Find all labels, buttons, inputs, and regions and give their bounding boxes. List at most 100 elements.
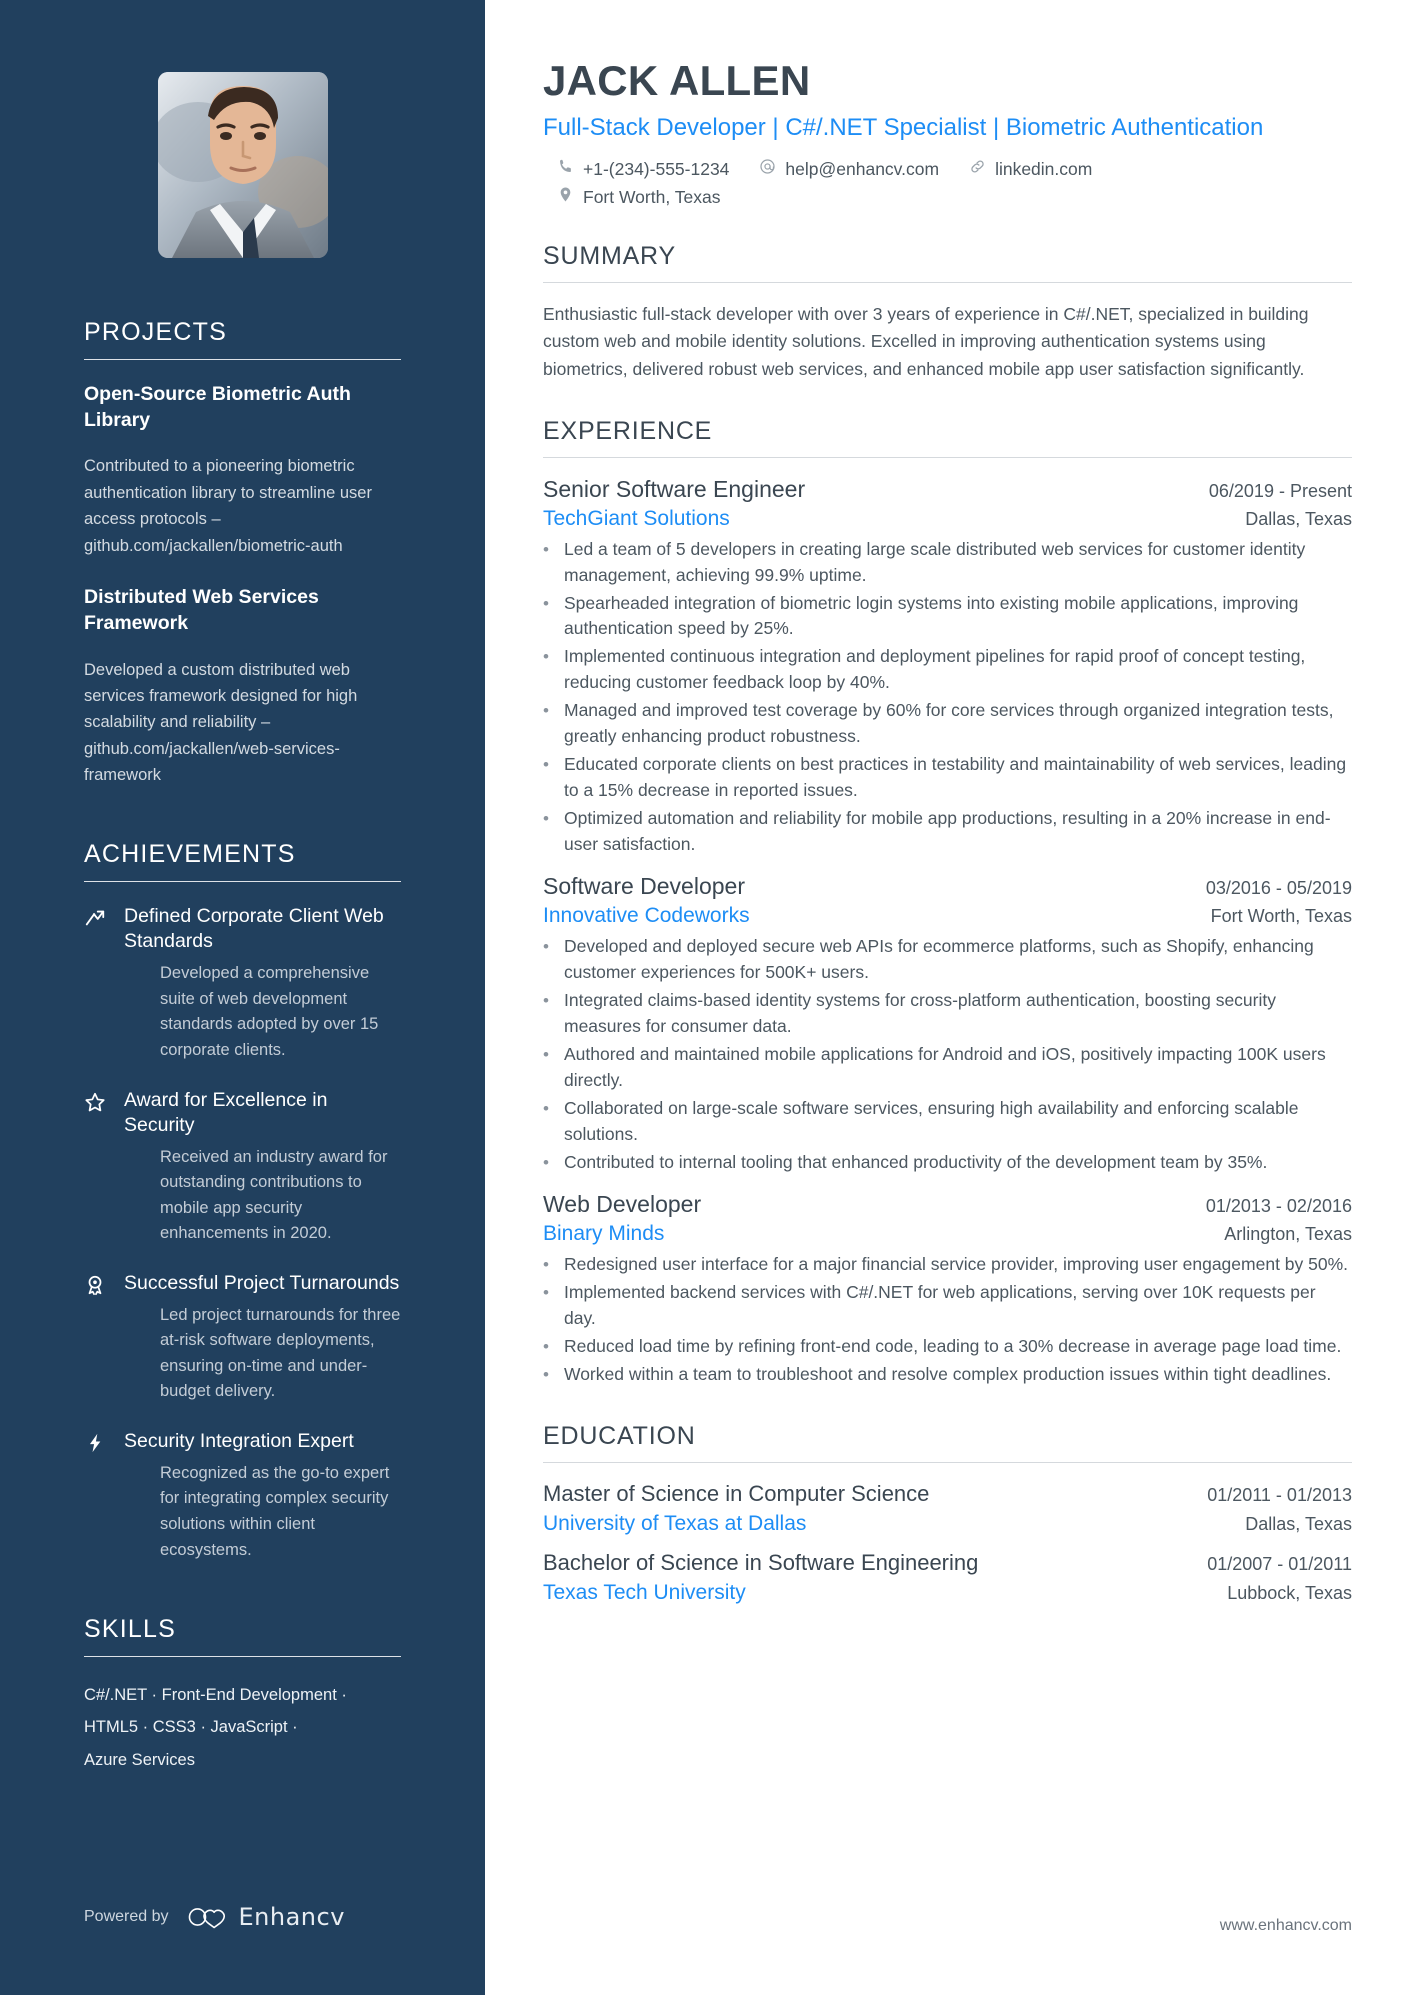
education-school[interactable]: University of Texas at Dallas: [543, 1512, 806, 1536]
skills-heading: SKILLS: [84, 1615, 176, 1644]
bullet-text: Optimized automation and reliability for…: [564, 807, 1331, 854]
main-content: JACK ALLEN Full-Stack Developer | C#/.NE…: [485, 0, 1410, 1995]
education-heading: EDUCATION: [543, 1421, 696, 1450]
divider: [543, 456, 1352, 458]
job-bullets: • Developed and deployed secure web APIs …: [543, 934, 1352, 1175]
education-dates: 01/2007 - 01/2011: [1207, 1553, 1352, 1574]
job-bullets: • Led a team of 5 developers in creating …: [543, 537, 1352, 858]
bullet-text: Integrated claims-based identity systems…: [564, 990, 1276, 1037]
contact-linkedin[interactable]: linkedin.com: [969, 158, 1092, 180]
bullet-text: Contributed to internal tooling that enh…: [564, 1151, 1268, 1172]
photo-container: [84, 0, 401, 258]
contact-email[interactable]: help@enhancv.com: [759, 158, 939, 180]
bullet-item: • Collaborated on large-scale software se…: [543, 1096, 1352, 1148]
project-title: Distributed Web Services Framework: [84, 586, 319, 634]
experience-heading: EXPERIENCE: [543, 416, 713, 445]
achievement-item: Defined Corporate Client Web Standards D…: [84, 904, 401, 1063]
enhancv-logo: Enhancv: [187, 1903, 345, 1931]
job-company[interactable]: TechGiant Solutions: [543, 507, 730, 531]
skills-line: HTML5 · CSS3 · JavaScript ·: [84, 1718, 298, 1737]
phone-icon: [557, 158, 574, 180]
projects-heading: PROJECTS: [84, 318, 227, 346]
divider: [543, 282, 1352, 284]
bullet-item: • Authored and maintained mobile applicat…: [543, 1042, 1352, 1094]
email-icon: [759, 158, 776, 180]
section-summary: SUMMARY Enthusiastic full-stack develope…: [543, 242, 1352, 382]
education-location: Lubbock, Texas: [1227, 1582, 1352, 1603]
achievement-description: Led project turnarounds for three at-ris…: [160, 1305, 401, 1401]
bullet-text: Redesigned user interface for a major fi…: [564, 1254, 1349, 1275]
experience-item: Senior Software Engineer 06/2019 - Prese…: [543, 476, 1352, 858]
achievement-title: Security Integration Expert: [124, 1429, 354, 1452]
bullet-item: • Redesigned user interface for a major f…: [543, 1252, 1352, 1278]
job-title: Senior Software Engineer: [543, 475, 806, 502]
bullet-marker: •: [543, 647, 549, 667]
achievement-item: Award for Excellence in Security Receive…: [84, 1088, 401, 1247]
bullet-text: Collaborated on large-scale software ser…: [564, 1097, 1299, 1144]
infinity-heart-icon: [187, 1905, 229, 1929]
job-dates: 06/2019 - Present: [1208, 480, 1352, 501]
bullet-marker: •: [543, 808, 549, 828]
summary-text: Enthusiastic full-stack developer with o…: [543, 304, 1309, 379]
lightning-bolt-icon: [84, 1429, 110, 1563]
bullet-marker: •: [543, 991, 549, 1011]
bullet-item: • Educated corporate clients on best prac…: [543, 752, 1352, 804]
job-company[interactable]: Innovative Codeworks: [543, 904, 750, 928]
education-degree: Bachelor of Science in Software Engineer…: [543, 1549, 979, 1575]
contact-linkedin-text: linkedin.com: [995, 158, 1093, 179]
job-location: Fort Worth, Texas: [1210, 906, 1352, 927]
bullet-text: Spearheaded integration of biometric log…: [564, 592, 1299, 639]
bullet-text: Led a team of 5 developers in creating l…: [564, 538, 1306, 585]
bullet-text: Managed and improved test coverage by 60…: [564, 700, 1334, 746]
contact-email-text: help@enhancv.com: [785, 158, 940, 179]
contact-location: Fort Worth, Texas: [557, 186, 1352, 208]
job-title: Software Developer: [543, 873, 745, 900]
divider: [543, 1461, 1352, 1463]
sidebar-section-projects: PROJECTS Open-Source Biometric Auth Libr…: [84, 318, 401, 788]
job-bullets: • Redesigned user interface for a major f…: [543, 1252, 1352, 1387]
bullet-text: Worked within a team to troubleshoot and…: [564, 1363, 1332, 1384]
project-item: Open-Source Biometric Auth Library Contr…: [84, 382, 401, 559]
contact-list: +1-(234)-555-1234 help@enhancv.com linke…: [543, 158, 1352, 208]
education-school[interactable]: Texas Tech University: [543, 1581, 746, 1605]
resume-page: PROJECTS Open-Source Biometric Auth Libr…: [0, 0, 1410, 1995]
project-description: Developed a custom distributed web servi…: [84, 660, 358, 785]
divider: [84, 359, 401, 360]
skills-line: C#/.NET · Front-End Development ·: [84, 1686, 347, 1705]
job-location: Dallas, Texas: [1245, 508, 1352, 529]
project-item: Distributed Web Services Framework Devel…: [84, 585, 401, 788]
bullet-marker: •: [543, 539, 549, 559]
achievement-description: Received an industry award for outstandi…: [160, 1147, 388, 1243]
bullet-item: • Implemented continuous integration and …: [543, 644, 1352, 696]
enhancv-brand-name: Enhancv: [238, 1903, 345, 1931]
job-dates: 03/2016 - 05/2019: [1205, 878, 1352, 899]
bullet-item: • Led a team of 5 developers in creating …: [543, 537, 1352, 589]
bullet-marker: •: [543, 1255, 549, 1275]
powered-by-label: Powered by: [84, 1908, 169, 1925]
sidebar-section-achievements: ACHIEVEMENTS Defined Corporate Client We…: [84, 840, 401, 1563]
bullet-marker: •: [543, 1283, 549, 1303]
project-title: Open-Source Biometric Auth Library: [84, 383, 351, 431]
achievement-description: Recognized as the go-to expert for integ…: [160, 1463, 390, 1559]
achievement-title: Award for Excellence in Security: [124, 1088, 328, 1136]
job-company[interactable]: Binary Minds: [543, 1222, 664, 1246]
education-degree: Master of Science in Computer Science: [543, 1480, 930, 1506]
bullet-item: • Spearheaded integration of biometric lo…: [543, 591, 1352, 643]
bullet-marker: •: [543, 1098, 549, 1118]
bullet-text: Implemented continuous integration and d…: [564, 646, 1306, 693]
website-footer[interactable]: www.enhancv.com: [1220, 1917, 1352, 1935]
bullet-item: • Reduced load time by refining front-end…: [543, 1334, 1352, 1360]
link-icon: [969, 158, 986, 180]
bullet-marker: •: [543, 937, 549, 957]
bullet-item: • Developed and deployed secure web APIs …: [543, 934, 1352, 986]
contact-phone[interactable]: +1-(234)-555-1234: [557, 158, 729, 180]
bullet-marker: •: [543, 593, 549, 613]
sidebar: PROJECTS Open-Source Biometric Auth Libr…: [0, 0, 485, 1995]
trending-up-icon: [84, 904, 110, 1063]
bullet-text: Developed and deployed secure web APIs f…: [564, 936, 1314, 983]
job-title: Web Developer: [543, 1191, 702, 1218]
section-education: EDUCATION Master of Science in Computer …: [543, 1422, 1352, 1605]
achievement-item: Security Integration Expert Recognized a…: [84, 1429, 401, 1563]
experience-item: Web Developer 01/2013 - 02/2016 Binary M…: [543, 1191, 1352, 1387]
divider: [84, 881, 401, 883]
